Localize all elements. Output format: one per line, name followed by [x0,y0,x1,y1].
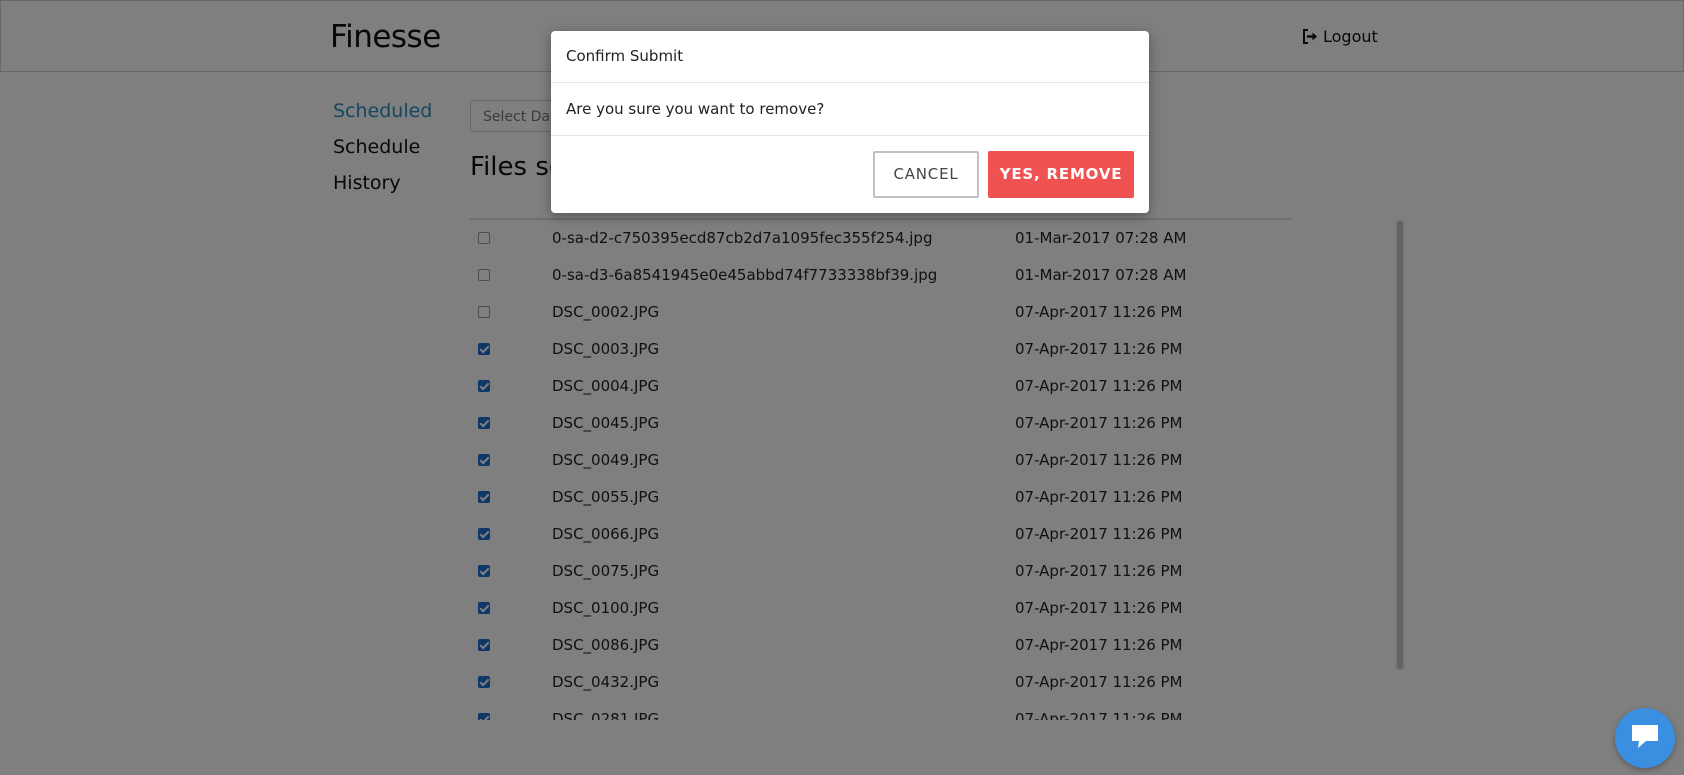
dialog-title: Confirm Submit [551,31,1149,83]
chat-widget-button[interactable] [1615,708,1675,768]
chat-bubble-icon [1629,722,1661,754]
confirm-remove-button[interactable]: YES, REMOVE [988,151,1134,198]
cancel-button[interactable]: CANCEL [873,151,979,198]
confirm-dialog: Confirm Submit Are you sure you want to … [551,31,1149,213]
dialog-message: Are you sure you want to remove? [551,83,1149,136]
